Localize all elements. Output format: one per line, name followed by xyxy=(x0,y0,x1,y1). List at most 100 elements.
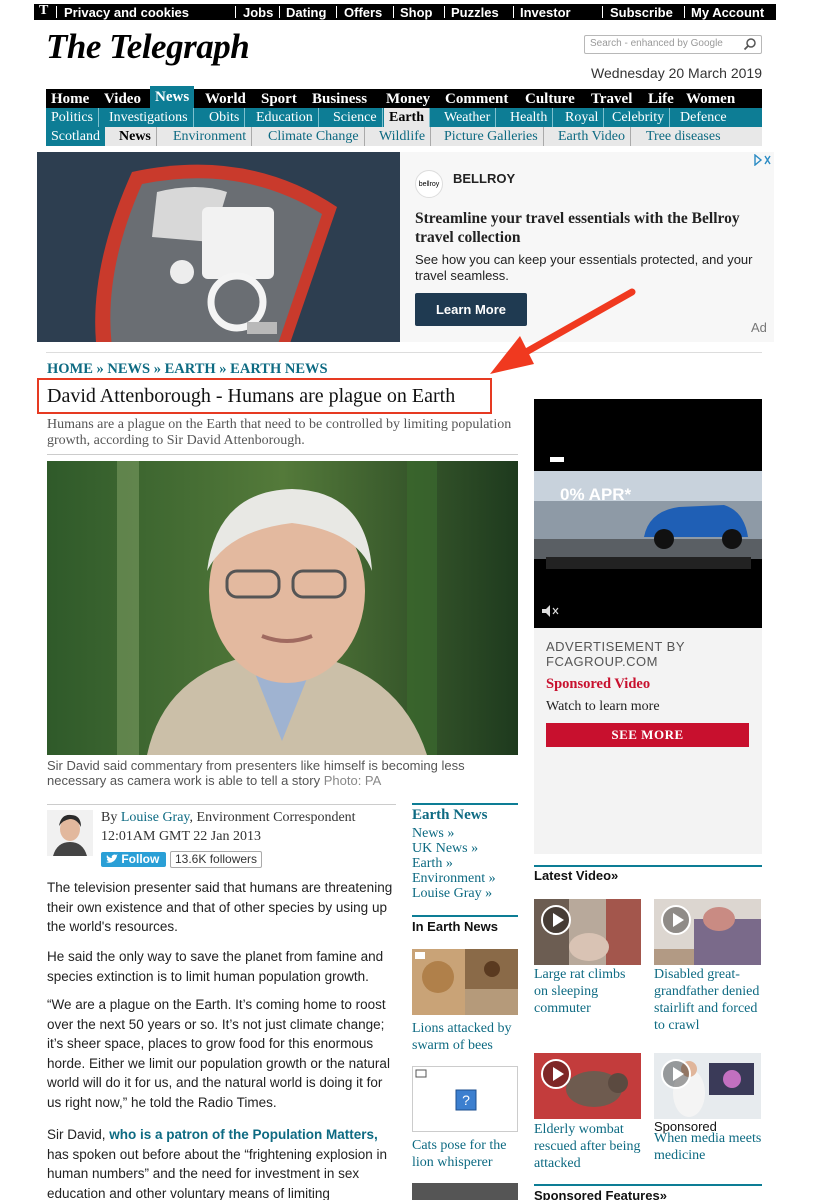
play-icon xyxy=(541,1059,571,1089)
link-dating[interactable]: Dating xyxy=(286,5,326,20)
link-investor[interactable]: Investor xyxy=(520,5,571,20)
divider xyxy=(412,803,518,805)
population-matters-link[interactable]: who is a patron of the Population Matter… xyxy=(109,1127,378,1142)
caption-text: Sir David said commentary from presenter… xyxy=(47,758,465,788)
search-input[interactable]: Search - enhanced by Google xyxy=(584,35,762,54)
advertiser-name[interactable]: FCAGROUP.COM xyxy=(546,654,658,669)
video-thumbnail-stairlift[interactable] xyxy=(654,899,761,965)
nav-earth[interactable]: Earth xyxy=(384,108,430,127)
search-icon[interactable] xyxy=(743,37,757,51)
link-news[interactable]: News » xyxy=(412,826,454,841)
nav-politics[interactable]: Politics xyxy=(46,108,100,127)
lions-bees-thumbnail[interactable] xyxy=(412,949,518,1015)
twitter-follow-button[interactable]: Follow xyxy=(101,852,166,867)
nav-environment[interactable]: Environment xyxy=(168,127,253,146)
primary-nav: Home Video News World Sport Business Mon… xyxy=(46,86,762,108)
link-environment[interactable]: Environment » xyxy=(412,871,496,886)
link-puzzles[interactable]: Puzzles xyxy=(451,5,499,20)
link-louise-gray[interactable]: Louise Gray » xyxy=(412,886,492,901)
link-subscribe[interactable]: Subscribe xyxy=(610,5,673,20)
story-link-lions[interactable]: Lions attacked by swarm of bees xyxy=(412,1020,522,1054)
ad-product-image[interactable] xyxy=(37,152,400,342)
byline-prefix: By xyxy=(101,810,118,825)
link-shop[interactable]: Shop xyxy=(400,5,433,20)
video-thumbnail-wombat[interactable] xyxy=(534,1053,641,1119)
nav-news[interactable]: News xyxy=(150,86,195,108)
link-uk-news[interactable]: UK News » xyxy=(412,841,478,856)
video-link-stairlift[interactable]: Disabled great-grandfather denied stairl… xyxy=(654,966,762,1034)
ad-headline[interactable]: Streamline your travel essentials with t… xyxy=(415,209,760,247)
nav-investigations[interactable]: Investigations xyxy=(104,108,194,127)
nav-sport[interactable]: Sport xyxy=(256,89,302,108)
author-link[interactable]: Louise Gray xyxy=(121,810,190,825)
advertisement-by: ADVERTISEMENT BY xyxy=(546,639,685,654)
nav-culture[interactable]: Culture xyxy=(520,89,580,108)
tertiary-nav: Scotland News Environment Climate Change… xyxy=(46,127,762,146)
divider xyxy=(235,6,236,18)
divider xyxy=(47,804,396,805)
adchoices-icon[interactable] xyxy=(753,154,773,166)
video-link-wombat[interactable]: Elderly wombat rescued after being attac… xyxy=(534,1121,642,1172)
author-avatar[interactable] xyxy=(47,810,93,856)
nav-earth-news[interactable]: News xyxy=(114,127,157,146)
nav-scotland[interactable]: Scotland xyxy=(46,127,105,146)
nav-travel[interactable]: Travel xyxy=(586,89,637,108)
telegraph-masthead-logo[interactable]: The Telegraph xyxy=(46,27,250,67)
nav-science[interactable]: Science xyxy=(328,108,383,127)
nav-video[interactable]: Video xyxy=(99,89,146,108)
link-jobs[interactable]: Jobs xyxy=(243,5,273,20)
nav-health[interactable]: Health xyxy=(505,108,554,127)
nav-money[interactable]: Money xyxy=(381,89,435,108)
nav-life[interactable]: Life xyxy=(643,89,679,108)
nav-defence[interactable]: Defence xyxy=(675,108,732,127)
play-icon xyxy=(661,905,691,935)
nav-obits[interactable]: Obits xyxy=(204,108,246,127)
nav-education[interactable]: Education xyxy=(251,108,319,127)
story-thumbnail[interactable] xyxy=(412,1183,518,1200)
nav-business[interactable]: Business xyxy=(307,89,372,108)
video-thumbnail-medicine[interactable] xyxy=(654,1053,761,1119)
search-placeholder: Search - enhanced by Google xyxy=(590,38,723,49)
nav-comment[interactable]: Comment xyxy=(440,89,513,108)
telegraph-t-logo[interactable]: T xyxy=(39,3,48,19)
fca-video-player[interactable]: 0% APR* xyxy=(534,399,762,628)
play-icon xyxy=(541,905,571,935)
video-apr-text: 0% APR* xyxy=(560,485,632,504)
nav-celebrity[interactable]: Celebrity xyxy=(607,108,671,127)
article-byline: By Louise Gray, Environment Corresponden… xyxy=(101,808,356,846)
nav-climate-change[interactable]: Climate Change xyxy=(263,127,365,146)
divider xyxy=(46,352,762,353)
nav-tree-diseases[interactable]: Tree diseases xyxy=(641,127,726,146)
attenborough-photo[interactable] xyxy=(47,461,518,755)
video-thumbnail-rat[interactable] xyxy=(534,899,641,965)
earth-news-heading[interactable]: Earth News xyxy=(412,807,487,824)
breadcrumb[interactable]: HOME » NEWS » EARTH » EARTH NEWS xyxy=(47,361,328,378)
nav-women[interactable]: Women xyxy=(681,89,740,108)
link-my-account[interactable]: My Account xyxy=(691,5,764,20)
bellroy-ad-banner[interactable]: bellroy BELLROY Streamline your travel e… xyxy=(37,152,774,342)
nav-world[interactable]: World xyxy=(200,89,251,108)
advertisement-by-label: ADVERTISEMENT BY FCAGROUP.COM xyxy=(546,639,685,669)
article-timestamp: 12:01AM GMT 22 Jan 2013 xyxy=(101,829,261,844)
sponsored-features-heading[interactable]: Sponsored Features» xyxy=(534,1188,667,1200)
play-icon xyxy=(661,1059,691,1089)
story-link-cats[interactable]: Cats pose for the lion whisperer xyxy=(412,1137,522,1171)
video-link-rat[interactable]: Large rat climbs on sleeping commuter xyxy=(534,966,642,1017)
link-offers[interactable]: Offers xyxy=(344,5,382,20)
divider xyxy=(412,915,518,917)
link-privacy[interactable]: Privacy and cookies xyxy=(64,5,189,20)
nav-royal[interactable]: Royal xyxy=(560,108,605,127)
nav-earth-video[interactable]: Earth Video xyxy=(553,127,631,146)
paragraph-text: has spoken out before about the “frighte… xyxy=(47,1146,387,1200)
nav-wildlife[interactable]: Wildlife xyxy=(374,127,432,146)
link-earth[interactable]: Earth » xyxy=(412,856,453,871)
video-link-medicine[interactable]: When media meets medicine xyxy=(654,1130,762,1164)
nav-weather[interactable]: Weather xyxy=(439,108,497,127)
nav-home[interactable]: Home xyxy=(46,89,94,108)
top-utility-bar: T Privacy and cookies Jobs Dating Offers… xyxy=(34,3,776,20)
see-more-button[interactable]: SEE MORE xyxy=(546,723,749,747)
divider xyxy=(393,6,394,18)
nav-picture-galleries[interactable]: Picture Galleries xyxy=(439,127,544,146)
latest-video-heading[interactable]: Latest Video» xyxy=(534,868,618,883)
cats-thumbnail[interactable]: ? xyxy=(412,1066,518,1132)
